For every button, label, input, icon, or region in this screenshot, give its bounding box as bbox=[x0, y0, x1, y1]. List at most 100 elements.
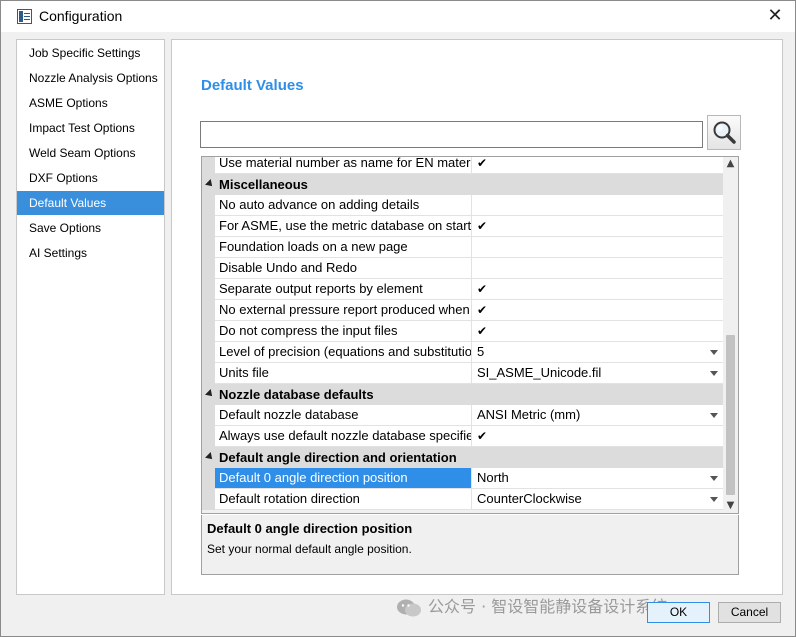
chevron-down-icon[interactable] bbox=[710, 497, 718, 502]
category-label: Nozzle database defaults bbox=[219, 387, 374, 402]
category-row-nozzle-database-defaults[interactable]: Nozzle database defaults bbox=[202, 384, 723, 405]
property-row[interactable]: Disable Undo and Redo bbox=[202, 258, 723, 279]
property-grid: Use material number as name for EN mater… bbox=[201, 156, 739, 514]
property-row[interactable]: Units file SI_ASME_Unicode.fil bbox=[202, 363, 723, 384]
property-row[interactable]: Do not compress the input files ✔ bbox=[202, 321, 723, 342]
row-gutter bbox=[202, 195, 215, 216]
row-gutter bbox=[202, 258, 215, 279]
page-title: Default Values bbox=[201, 77, 304, 94]
property-name: Default nozzle database bbox=[215, 405, 472, 425]
property-value-check[interactable] bbox=[473, 237, 723, 257]
sidebar-item-weld-seam-options[interactable]: Weld Seam Options bbox=[17, 141, 164, 165]
property-value-dropdown[interactable]: 5 bbox=[473, 342, 723, 362]
row-gutter bbox=[202, 468, 215, 489]
cancel-button[interactable]: Cancel bbox=[718, 602, 781, 623]
property-name: Foundation loads on a new page bbox=[215, 237, 472, 257]
property-value-check[interactable]: ✔ bbox=[473, 426, 723, 446]
property-name: Use material number as name for EN mater… bbox=[215, 157, 472, 173]
dropdown-value: 5 bbox=[477, 344, 485, 359]
property-name: Separate output reports by element bbox=[215, 279, 472, 299]
scroll-thumb[interactable] bbox=[726, 335, 735, 495]
row-gutter bbox=[202, 342, 215, 363]
collapse-arrow-icon[interactable] bbox=[205, 179, 215, 189]
property-value-dropdown[interactable]: SI_ASME_Unicode.fil bbox=[473, 363, 723, 383]
property-value-check[interactable]: ✔ bbox=[473, 157, 723, 173]
dropdown-value: SI_ASME_Unicode.fil bbox=[477, 365, 602, 380]
sidebar-item-default-values[interactable]: Default Values bbox=[17, 191, 164, 215]
property-value-check[interactable]: ✔ bbox=[473, 300, 723, 320]
sidebar-item-dxf-options[interactable]: DXF Options bbox=[17, 166, 164, 190]
category-label: Miscellaneous bbox=[219, 177, 308, 192]
property-name: For ASME, use the metric database on sta… bbox=[215, 216, 472, 236]
row-gutter bbox=[202, 489, 215, 510]
title-bar: Configuration ✕ bbox=[1, 1, 795, 32]
row-gutter bbox=[202, 279, 215, 300]
property-value-check[interactable] bbox=[473, 258, 723, 278]
property-row[interactable]: Always use default nozzle database speci… bbox=[202, 426, 723, 447]
property-name: Default 0 angle direction position bbox=[215, 468, 472, 488]
property-name: Level of precision (equations and substi… bbox=[215, 342, 472, 362]
property-value-dropdown[interactable]: CounterClockwise bbox=[473, 489, 723, 509]
description-title: Default 0 angle direction position bbox=[207, 521, 413, 536]
sidebar-item-impact-test-options[interactable]: Impact Test Options bbox=[17, 116, 164, 140]
scroll-up-icon[interactable]: ▲ bbox=[723, 157, 738, 171]
property-row[interactable]: Default nozzle database ANSI Metric (mm) bbox=[202, 405, 723, 426]
sidebar-item-asme-options[interactable]: ASME Options bbox=[17, 91, 164, 115]
property-name: Always use default nozzle database speci… bbox=[215, 426, 472, 446]
description-panel: Default 0 angle direction position Set y… bbox=[201, 515, 739, 575]
dropdown-value: ANSI Metric (mm) bbox=[477, 407, 581, 422]
category-row-default-angle-direction[interactable]: Default angle direction and orientation bbox=[202, 447, 723, 468]
search-button[interactable] bbox=[707, 115, 741, 150]
category-row-miscellaneous[interactable]: Miscellaneous bbox=[202, 174, 723, 195]
sidebar-item-save-options[interactable]: Save Options bbox=[17, 216, 164, 240]
sidebar-item-job-specific-settings[interactable]: Job Specific Settings bbox=[17, 41, 164, 65]
collapse-arrow-icon[interactable] bbox=[205, 452, 215, 462]
property-value-check[interactable]: ✔ bbox=[473, 279, 723, 299]
chevron-down-icon[interactable] bbox=[710, 371, 718, 376]
ok-button[interactable]: OK bbox=[647, 602, 710, 623]
watermark-text: 公众号 · 智设智能静设备设计系统 bbox=[428, 597, 668, 616]
chevron-down-icon[interactable] bbox=[710, 413, 718, 418]
vertical-scrollbar[interactable]: ▲ ▼ bbox=[723, 157, 738, 513]
row-gutter bbox=[202, 300, 215, 321]
row-gutter bbox=[202, 237, 215, 258]
sidebar-item-ai-settings[interactable]: AI Settings bbox=[17, 241, 164, 265]
chevron-down-icon[interactable] bbox=[710, 476, 718, 481]
close-icon[interactable]: ✕ bbox=[763, 5, 787, 27]
property-row-selected[interactable]: Default 0 angle direction position North bbox=[202, 468, 723, 489]
description-text: Set your normal default angle position. bbox=[207, 542, 412, 556]
property-row[interactable]: Foundation loads on a new page bbox=[202, 237, 723, 258]
property-value-check[interactable]: ✔ bbox=[473, 216, 723, 236]
row-gutter bbox=[202, 405, 215, 426]
scroll-down-icon[interactable]: ▼ bbox=[723, 499, 738, 513]
sidebar-item-nozzle-analysis-options[interactable]: Nozzle Analysis Options bbox=[17, 66, 164, 90]
dropdown-value: North bbox=[477, 470, 509, 485]
content-panel: Default Values Use material number as na… bbox=[171, 39, 783, 595]
sidebar: Job Specific Settings Nozzle Analysis Op… bbox=[16, 39, 165, 595]
property-name: Default rotation direction bbox=[215, 489, 472, 509]
row-gutter bbox=[202, 216, 215, 237]
watermark: 公众号 · 智设智能静设备设计系统 bbox=[396, 595, 667, 619]
property-value-check[interactable]: ✔ bbox=[473, 321, 723, 341]
dropdown-value: CounterClockwise bbox=[477, 491, 582, 506]
property-value-dropdown[interactable]: North bbox=[473, 468, 723, 488]
row-gutter bbox=[202, 363, 215, 384]
collapse-arrow-icon[interactable] bbox=[205, 389, 215, 399]
row-gutter bbox=[202, 157, 215, 174]
search-input[interactable] bbox=[200, 121, 703, 148]
chevron-down-icon[interactable] bbox=[710, 350, 718, 355]
property-value-check[interactable] bbox=[473, 195, 723, 215]
property-value-dropdown[interactable]: ANSI Metric (mm) bbox=[473, 405, 723, 425]
property-row[interactable]: No auto advance on adding details bbox=[202, 195, 723, 216]
window-title: Configuration bbox=[39, 8, 123, 24]
property-row[interactable]: Level of precision (equations and substi… bbox=[202, 342, 723, 363]
property-row[interactable]: Default rotation direction CounterClockw… bbox=[202, 489, 723, 510]
property-row[interactable]: Separate output reports by element ✔ bbox=[202, 279, 723, 300]
property-row[interactable]: Use material number as name for EN mater… bbox=[202, 157, 723, 174]
property-name: No external pressure report produced whe… bbox=[215, 300, 472, 320]
category-label: Default angle direction and orientation bbox=[219, 450, 457, 465]
property-row[interactable]: For ASME, use the metric database on sta… bbox=[202, 216, 723, 237]
app-icon bbox=[17, 9, 32, 24]
property-row[interactable]: No external pressure report produced whe… bbox=[202, 300, 723, 321]
row-gutter bbox=[202, 321, 215, 342]
